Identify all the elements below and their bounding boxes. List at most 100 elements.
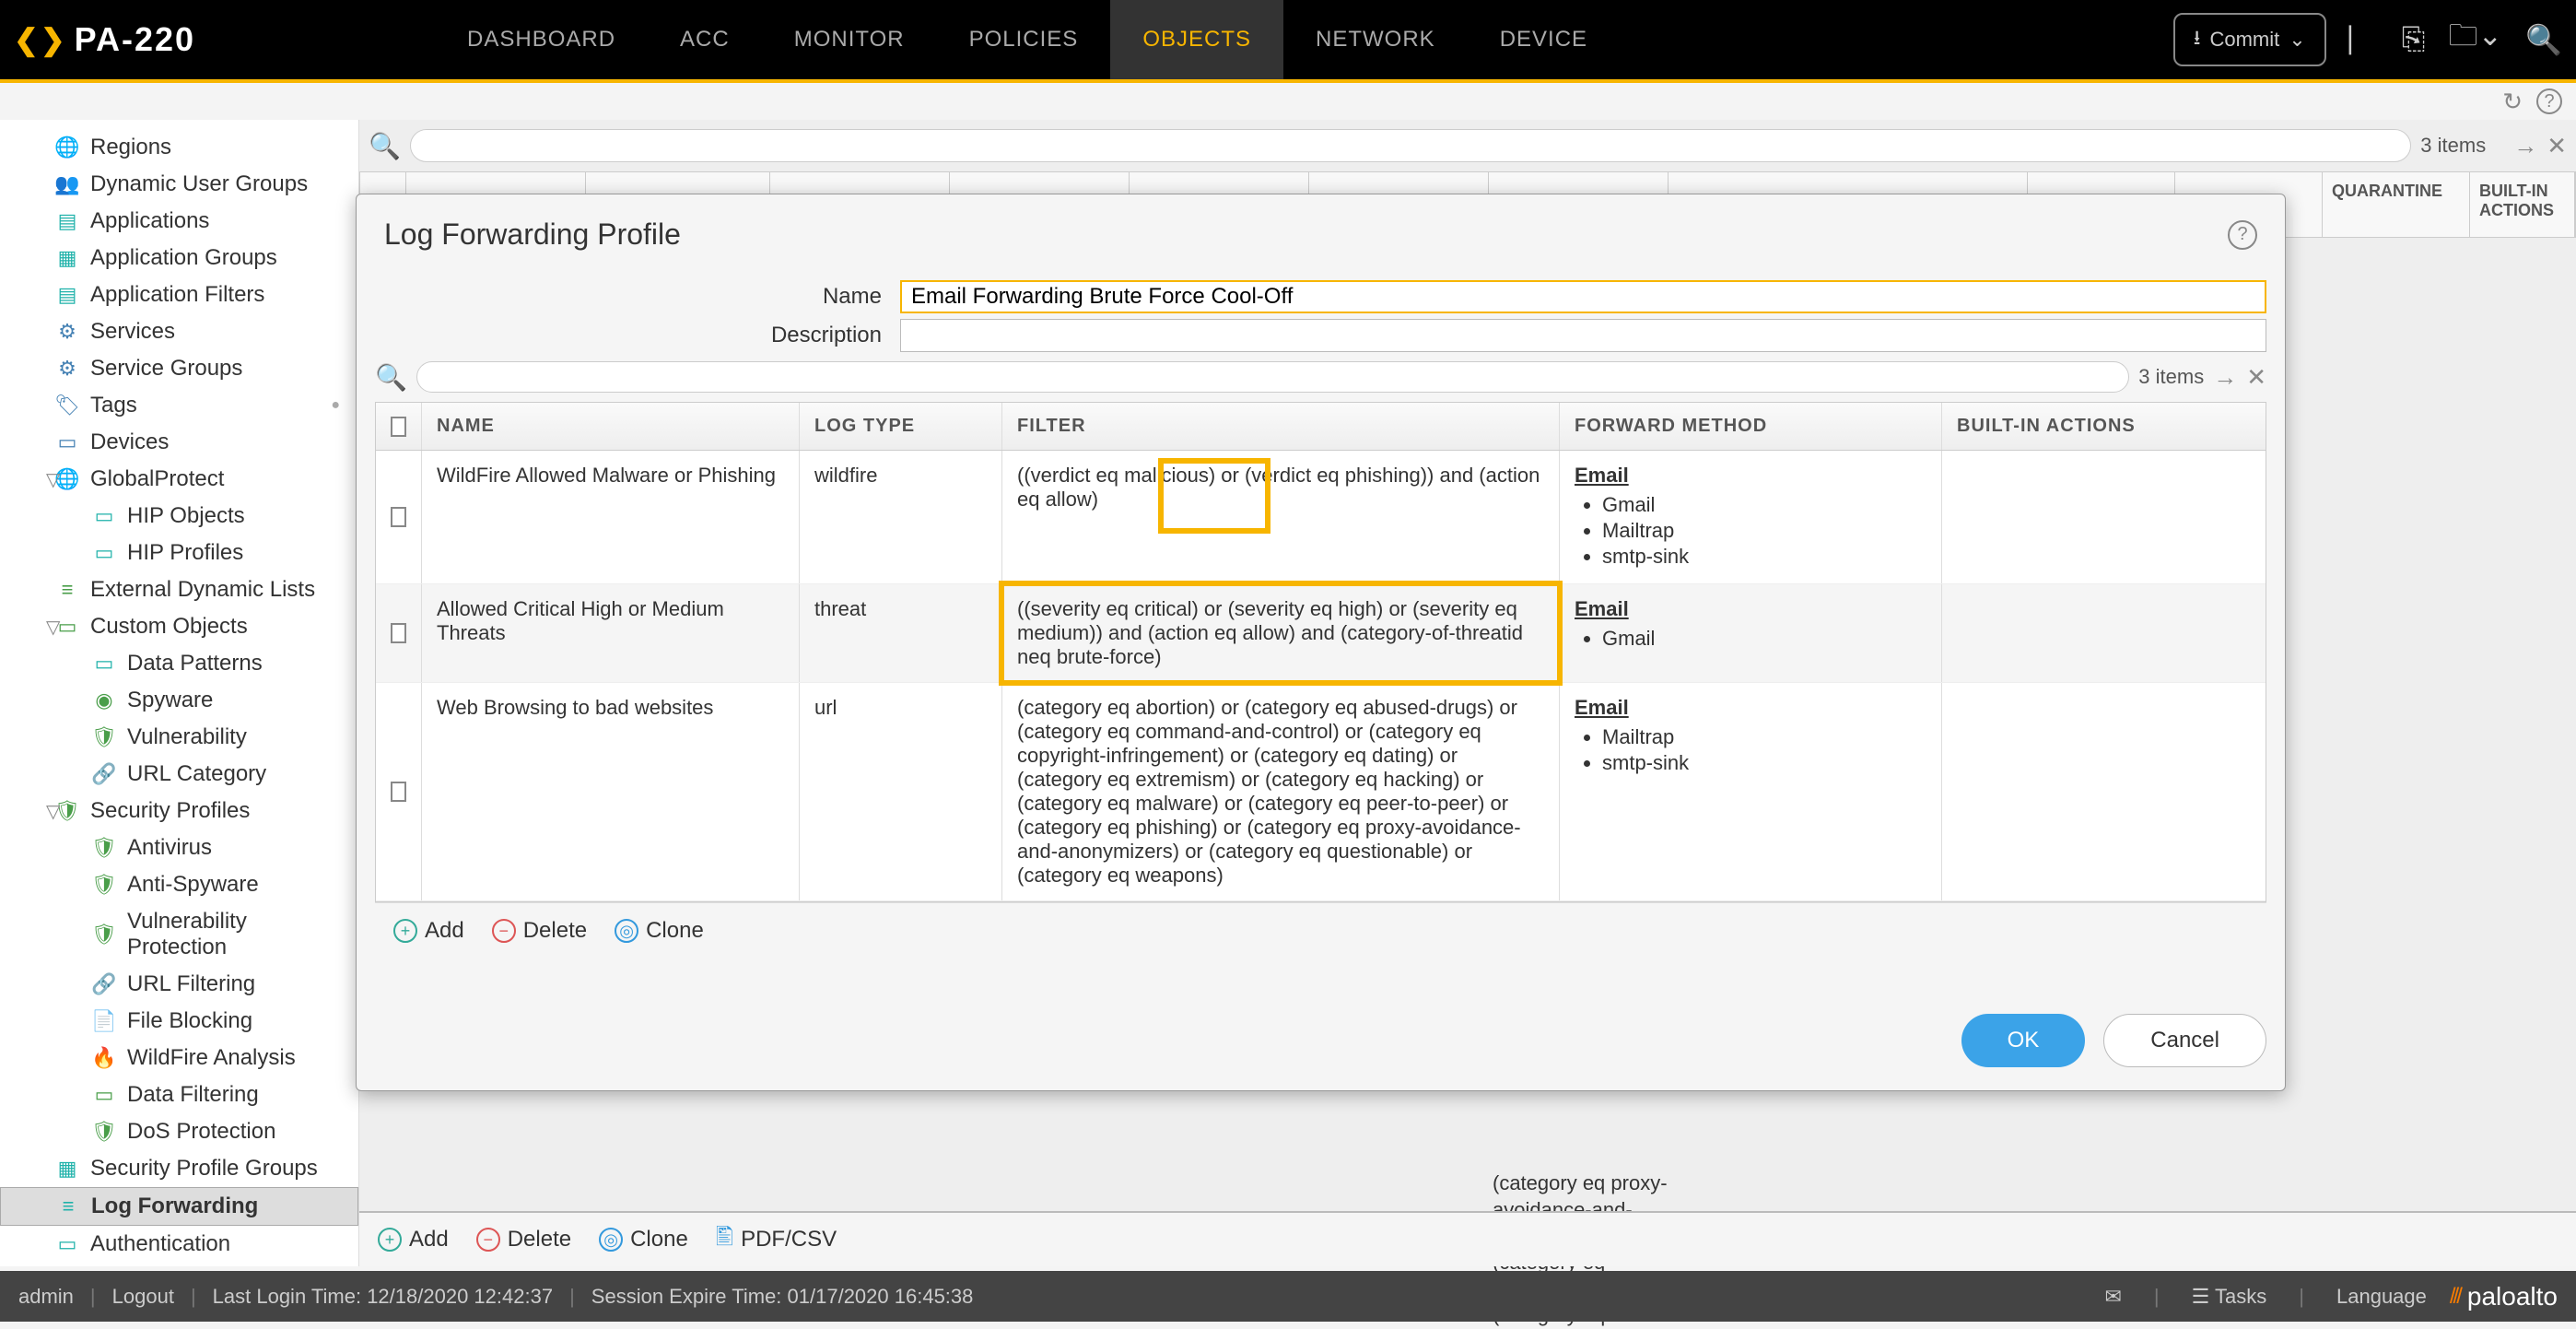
sidebar-item-applications[interactable]: ▤Applications (0, 203, 358, 240)
sidebar-item-label: Devices (90, 429, 169, 455)
sidebar-item-label: Dynamic User Groups (90, 171, 308, 197)
folder-icon[interactable]: 🗀⌄ (2448, 15, 2502, 65)
sidebar-item-vulnerability-protection[interactable]: 🛡Vulnerability Protection (0, 903, 358, 966)
row-checkbox[interactable] (376, 451, 422, 583)
sidebar-item-authentication[interactable]: ▭Authentication (0, 1226, 358, 1263)
arrow-right-icon[interactable]: → (2513, 132, 2537, 160)
sidebar-item-label: File Blocking (127, 1008, 252, 1034)
header-checkbox[interactable] (376, 403, 422, 450)
delete-button[interactable]: −Delete (476, 1227, 571, 1253)
close-icon[interactable]: ✕ (2246, 363, 2266, 392)
search-icon[interactable]: 🔍 (375, 362, 407, 393)
sidebar-item-hip-profiles[interactable]: ▭HIP Profiles (0, 535, 358, 571)
sidebar-item-decryption[interactable]: ▽🔓Decryption (0, 1263, 358, 1266)
sidebar-item-antivirus[interactable]: 🛡Antivirus (0, 829, 358, 866)
nav-device[interactable]: DEVICE (1468, 0, 1620, 79)
sidebar-item-label: Anti-Spyware (127, 872, 259, 898)
sidebar-item-url-category[interactable]: 🔗URL Category (0, 756, 358, 793)
nav-monitor[interactable]: MONITOR (762, 0, 937, 79)
tasks-link[interactable]: ☰ Tasks (2192, 1285, 2267, 1309)
sidebar-item-devices[interactable]: ▭Devices (0, 424, 358, 461)
sidebar-item-dos-protection[interactable]: 🛡DoS Protection (0, 1113, 358, 1150)
tree-icon: 🌐 (55, 135, 79, 159)
sidebar-item-application-filters[interactable]: ▤Application Filters (0, 276, 358, 313)
arrow-right-icon[interactable]: → (2213, 363, 2237, 392)
nav-policies[interactable]: POLICIES (937, 0, 1111, 79)
search-icon[interactable]: 🔍 (2525, 22, 2562, 57)
help-icon[interactable]: ? (2536, 88, 2562, 114)
modal-clone-button[interactable]: ◎Clone (615, 918, 704, 944)
sidebar-item-label: Security Profile Groups (90, 1156, 318, 1182)
table-row[interactable]: Allowed Critical High or Medium Threatst… (376, 584, 2266, 683)
sidebar-item-log-forwarding[interactable]: ≡Log Forwarding (0, 1187, 358, 1226)
sidebar-item-security-profile-groups[interactable]: ▦Security Profile Groups (0, 1150, 358, 1187)
tree-icon: ◉ (92, 688, 116, 712)
sidebar-item-application-groups[interactable]: ▦Application Groups (0, 240, 358, 276)
clone-button[interactable]: ◎Clone (599, 1227, 688, 1253)
last-login: Last Login Time: 12/18/2020 12:42:37 (213, 1285, 553, 1309)
row-checkbox[interactable] (376, 584, 422, 682)
nav-objects[interactable]: OBJECTS (1110, 0, 1283, 79)
header-name[interactable]: NAME (422, 403, 800, 450)
sidebar-item-custom-objects[interactable]: ▽▭Custom Objects (0, 608, 358, 645)
sidebar-item-file-blocking[interactable]: 📄File Blocking (0, 1003, 358, 1040)
cell-filter: ((severity eq critical) or (severity eq … (1002, 584, 1560, 682)
modal-body: Name Description 🔍 3 items → ✕ NAME LOG … (357, 280, 2285, 977)
sidebar-item-label: Data Filtering (127, 1082, 259, 1108)
refresh-icon[interactable]: ↻ (2502, 88, 2523, 116)
sidebar-item-security-profiles[interactable]: ▽🛡Security Profiles (0, 793, 358, 829)
sidebar-item-services[interactable]: ⚙Services (0, 313, 358, 350)
pdf-csv-button[interactable]: 🖺PDF/CSV (716, 1221, 837, 1259)
sidebar-item-tags[interactable]: 🏷Tags● (0, 387, 358, 424)
sidebar-item-hip-objects[interactable]: ▭HIP Objects (0, 498, 358, 535)
sidebar-item-label: Service Groups (90, 356, 242, 382)
brand-icon: ❮❯ (14, 22, 67, 57)
header-filter[interactable]: FILTER (1002, 403, 1560, 450)
cancel-button[interactable]: Cancel (2103, 1014, 2266, 1067)
nav-acc[interactable]: ACC (648, 0, 762, 79)
sidebar-item-dynamic-user-groups[interactable]: 👥Dynamic User Groups (0, 166, 358, 203)
sidebar-item-anti-spyware[interactable]: 🛡Anti-Spyware (0, 866, 358, 903)
sidebar-item-globalprotect[interactable]: ▽🌐GlobalProtect (0, 461, 358, 498)
name-input[interactable] (900, 280, 2266, 313)
modal-delete-button[interactable]: −Delete (492, 918, 587, 944)
table-row[interactable]: Web Browsing to bad websitesurl(category… (376, 683, 2266, 901)
modal-add-button[interactable]: +Add (393, 918, 464, 944)
cell-builtin (1942, 683, 2266, 900)
sidebar-item-regions[interactable]: 🌐Regions (0, 129, 358, 166)
mail-icon[interactable]: ✉ (2104, 1285, 2121, 1309)
sidebar-item-external-dynamic-lists[interactable]: ≡External Dynamic Lists (0, 571, 358, 608)
log-forwarding-modal: Log Forwarding Profile ? Name Descriptio… (356, 194, 2286, 1091)
search-icon[interactable]: 🔍 (369, 131, 401, 161)
row-checkbox[interactable] (376, 683, 422, 900)
nav-dashboard[interactable]: DASHBOARD (435, 0, 648, 79)
sidebar-item-wildfire-analysis[interactable]: 🔥WildFire Analysis (0, 1040, 358, 1076)
sidebar-item-label: HIP Objects (127, 503, 245, 529)
table-row[interactable]: WildFire Allowed Malware or Phishingwild… (376, 451, 2266, 584)
config-icon[interactable]: ⎘ (2402, 22, 2426, 57)
commit-button[interactable]: ⭳ Commit ⌄ (2173, 13, 2326, 66)
sidebar-item-data-filtering[interactable]: ▭Data Filtering (0, 1076, 358, 1113)
language-link[interactable]: Language (2336, 1285, 2427, 1309)
modal-search-input[interactable] (416, 361, 2129, 393)
add-button[interactable]: +Add (378, 1227, 449, 1253)
header-builtin-actions[interactable]: BUILT-IN ACTIONS (1942, 403, 2266, 450)
header-builtin: BUILT-IN ACTIONS (2470, 172, 2575, 237)
close-icon[interactable]: ✕ (2547, 132, 2567, 160)
sidebar-item-vulnerability[interactable]: 🛡Vulnerability (0, 719, 358, 756)
tree-icon: ▭ (92, 652, 116, 676)
sidebar-item-data-patterns[interactable]: ▭Data Patterns (0, 645, 358, 682)
header-log-type[interactable]: LOG TYPE (800, 403, 1002, 450)
sidebar-item-url-filtering[interactable]: 🔗URL Filtering (0, 966, 358, 1003)
sidebar-item-spyware[interactable]: ◉Spyware (0, 682, 358, 719)
nav-network[interactable]: NETWORK (1283, 0, 1468, 79)
description-input[interactable] (900, 319, 2266, 352)
modal-help-icon[interactable]: ? (2228, 220, 2257, 250)
logout-link[interactable]: Logout (112, 1285, 174, 1309)
chevron-down-icon: ▽ (46, 800, 60, 823)
main-search-input[interactable] (410, 129, 2411, 162)
modal-footer: OK Cancel (357, 977, 2285, 1090)
ok-button[interactable]: OK (1961, 1014, 2086, 1067)
header-forward-method[interactable]: FORWARD METHOD (1560, 403, 1942, 450)
sidebar-item-service-groups[interactable]: ⚙Service Groups (0, 350, 358, 387)
